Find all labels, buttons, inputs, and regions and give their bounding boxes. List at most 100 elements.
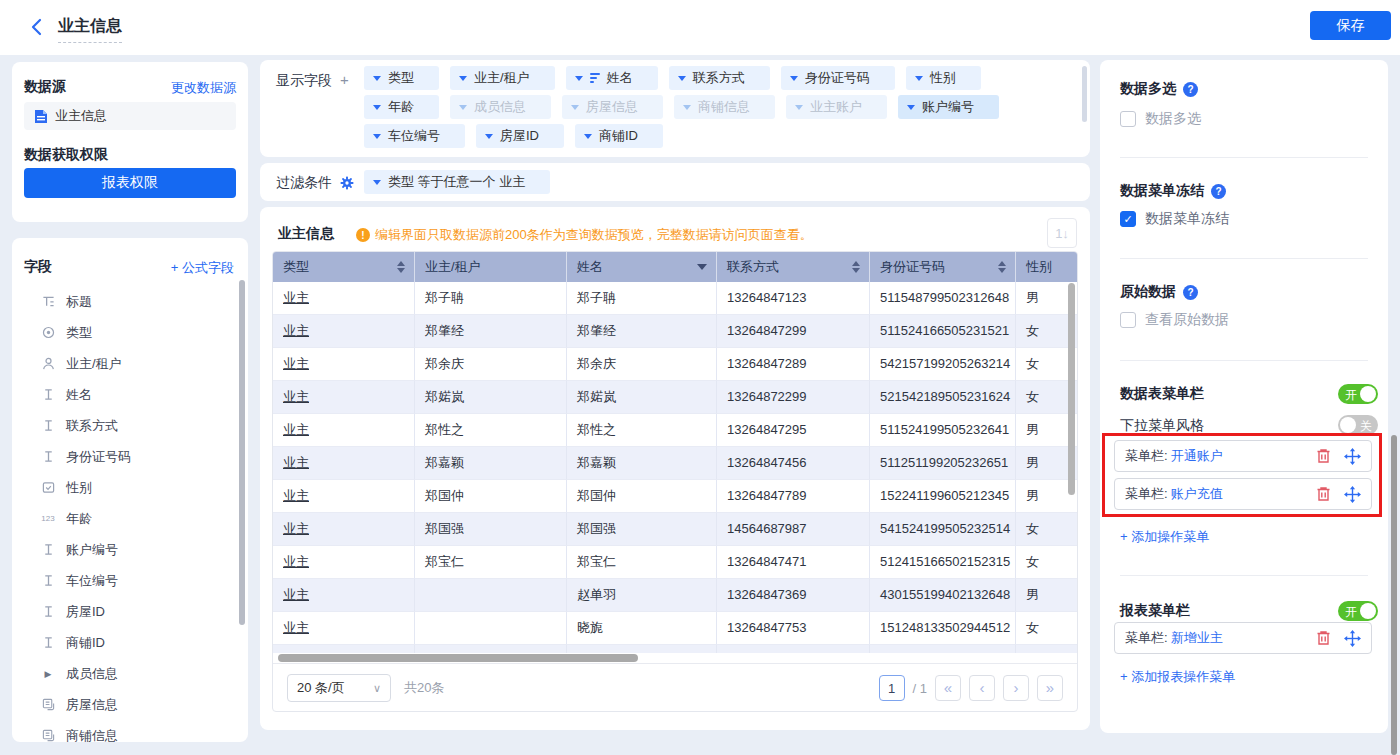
- filter-chip[interactable]: 类型 等于任意一个 业主: [364, 170, 550, 194]
- perm-title: 数据获取权限: [24, 146, 108, 164]
- page-size-select[interactable]: 20 条/页∨: [287, 674, 391, 702]
- report-menu-toggle[interactable]: 开: [1338, 601, 1378, 621]
- column-header[interactable]: 姓名: [567, 252, 717, 282]
- field-item[interactable]: 商铺ID: [24, 627, 236, 658]
- fields-scrollbar[interactable]: [239, 280, 245, 625]
- table-cell[interactable]: 业主: [273, 381, 415, 414]
- report-perm-button[interactable]: 报表权限: [24, 168, 236, 198]
- table-cell[interactable]: 业主: [273, 282, 415, 315]
- table-v-scrollbar[interactable]: [1068, 283, 1075, 495]
- display-chip[interactable]: 姓名: [566, 66, 658, 90]
- sort-icon[interactable]: [998, 261, 1006, 273]
- display-chip[interactable]: 房屋ID: [476, 124, 564, 148]
- display-chip[interactable]: 身份证号码: [781, 66, 895, 90]
- gear-icon[interactable]: [340, 176, 354, 190]
- field-item[interactable]: 业主/租户: [24, 348, 236, 379]
- table-cell[interactable]: 业主: [273, 579, 415, 612]
- sort-order-button[interactable]: 1↓: [1047, 218, 1077, 248]
- sort-icon[interactable]: [852, 261, 860, 273]
- table-cell: 13264847471: [717, 546, 870, 579]
- table-cell[interactable]: 业主: [273, 315, 415, 348]
- help-icon[interactable]: ?: [1211, 184, 1226, 199]
- display-chip[interactable]: 房屋信息: [562, 95, 663, 119]
- table-cell[interactable]: 业主: [273, 513, 415, 546]
- display-chip[interactable]: 业主/租户: [450, 66, 555, 90]
- display-chip[interactable]: 业主账户: [786, 95, 887, 119]
- table-cell[interactable]: 业主: [273, 612, 415, 645]
- checkbox-unchecked[interactable]: [1120, 111, 1136, 127]
- table-row: 业主郑婼岚郑婼岚13264872299521542189505231624女: [273, 381, 1077, 414]
- last-page-button[interactable]: »: [1037, 675, 1063, 701]
- display-chip[interactable]: 商铺信息: [674, 95, 775, 119]
- menu-freeze-checkbox-row[interactable]: ✓数据菜单冻结: [1120, 210, 1229, 228]
- field-item[interactable]: 房屋ID: [24, 596, 236, 627]
- h-scrollbar[interactable]: [278, 654, 638, 662]
- change-datasource-link[interactable]: 更改数据源: [171, 79, 236, 97]
- chevron-down-icon: [790, 76, 798, 81]
- table-cell[interactable]: 业主: [273, 348, 415, 381]
- table-menu-toggle[interactable]: 开: [1338, 384, 1378, 404]
- table-cell[interactable]: 业主: [273, 480, 415, 513]
- prev-page-button[interactable]: ‹: [969, 675, 995, 701]
- first-page-button[interactable]: «: [935, 675, 961, 701]
- display-chip[interactable]: 年龄: [364, 95, 439, 119]
- display-scrollbar[interactable]: [1082, 66, 1087, 122]
- multi-select-title: 数据多选?: [1120, 80, 1198, 98]
- table-cell: 郑国强: [415, 513, 567, 546]
- field-item[interactable]: ▶成员信息: [24, 658, 236, 689]
- display-chip[interactable]: 联系方式: [669, 66, 770, 90]
- table-cell[interactable]: 业主: [273, 447, 415, 480]
- column-header[interactable]: 身份证号码: [870, 252, 1016, 282]
- field-item[interactable]: 商铺信息: [24, 720, 236, 751]
- field-item[interactable]: 姓名: [24, 379, 236, 410]
- field-item[interactable]: 房屋信息: [24, 689, 236, 720]
- datasource-item[interactable]: 业主信息: [24, 102, 236, 130]
- add-action-menu-link[interactable]: + 添加操作菜单: [1120, 528, 1209, 546]
- column-header[interactable]: 类型: [273, 252, 415, 282]
- back-icon[interactable]: [28, 18, 46, 36]
- field-item[interactable]: 类型: [24, 317, 236, 348]
- table-cell: 男: [1016, 579, 1077, 612]
- formula-field-link[interactable]: + 公式字段: [171, 259, 234, 277]
- field-item[interactable]: 联系方式: [24, 410, 236, 441]
- field-item[interactable]: 标题: [24, 286, 236, 317]
- column-header[interactable]: 性别: [1016, 252, 1077, 282]
- table-cell: 511548799502312648: [870, 282, 1016, 315]
- multi-select-checkbox-row[interactable]: 数据多选: [1120, 110, 1201, 128]
- checkbox-checked[interactable]: ✓: [1120, 211, 1136, 227]
- dropdown-style-toggle[interactable]: 关: [1338, 415, 1378, 435]
- add-report-menu-link[interactable]: + 添加报表操作菜单: [1120, 668, 1235, 686]
- next-page-button[interactable]: ›: [1003, 675, 1029, 701]
- display-chip[interactable]: 类型: [364, 66, 439, 90]
- table-cell[interactable]: 业主: [273, 546, 415, 579]
- raw-data-checkbox-row[interactable]: 查看原始数据: [1120, 311, 1229, 329]
- help-icon[interactable]: ?: [1183, 285, 1198, 300]
- table-cell[interactable]: 业主: [273, 414, 415, 447]
- table-cell: 女: [1016, 546, 1077, 579]
- field-item[interactable]: 账户编号: [24, 534, 236, 565]
- column-header[interactable]: 联系方式: [717, 252, 870, 282]
- help-icon[interactable]: ?: [1183, 82, 1198, 97]
- sort-icon[interactable]: [397, 261, 405, 273]
- display-chip[interactable]: 车位编号: [364, 124, 465, 148]
- display-chip[interactable]: 性别: [906, 66, 981, 90]
- field-item[interactable]: 车位编号: [24, 565, 236, 596]
- annotation-red-box: [1102, 433, 1382, 517]
- move-icon[interactable]: [1344, 630, 1361, 647]
- display-chip[interactable]: 成员信息: [450, 95, 551, 119]
- field-item[interactable]: 身份证号码: [24, 441, 236, 472]
- sort-desc-icon[interactable]: [697, 264, 707, 270]
- menu-freeze-title: 数据菜单冻结?: [1120, 182, 1226, 200]
- save-button[interactable]: 保存: [1310, 11, 1391, 40]
- display-chip[interactable]: 商铺ID: [575, 124, 663, 148]
- trash-icon[interactable]: [1316, 630, 1331, 646]
- field-item[interactable]: 性别: [24, 472, 236, 503]
- column-header[interactable]: 业主/租户: [415, 252, 567, 282]
- display-chip[interactable]: 账户编号: [898, 95, 999, 119]
- add-display-field-button[interactable]: +: [340, 71, 349, 88]
- field-item[interactable]: 123年龄: [24, 503, 236, 534]
- page-number-box[interactable]: 1: [879, 675, 905, 701]
- checkbox-unchecked[interactable]: [1120, 312, 1136, 328]
- settings-scrollbar[interactable]: [1391, 435, 1397, 755]
- menu-item-new-owner[interactable]: 菜单栏:新增业主: [1114, 622, 1372, 654]
